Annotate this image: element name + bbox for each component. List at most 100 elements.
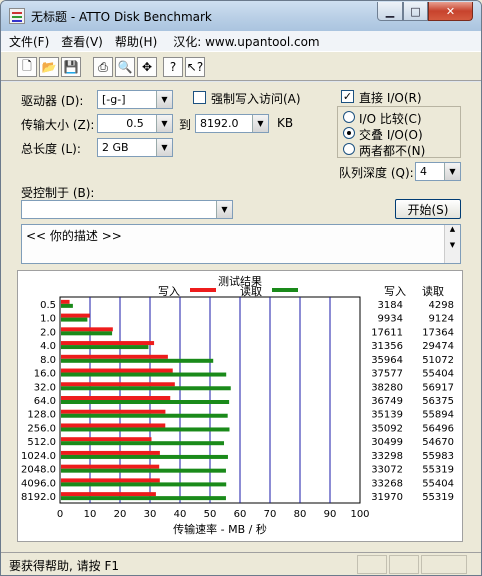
io-overlap-radio[interactable] [343, 127, 355, 139]
force-write-checkbox[interactable] [193, 91, 206, 104]
read-value: 29474 [422, 341, 454, 352]
menu-bar: 文件(F) 查看(V) 帮助(H) 汉化: www.upantool.com [1, 31, 481, 51]
write-bar [61, 368, 173, 373]
status-bar: 要获得帮助, 请按 F1 [1, 552, 481, 575]
read-bar [61, 482, 227, 487]
maximize-button[interactable]: □ [403, 2, 428, 21]
description-field[interactable]: << 你的描述 >> ▲ ▼ [21, 224, 461, 264]
queue-depth-value: 4 [420, 165, 427, 178]
x-tick-label: 30 [144, 509, 157, 520]
app-icon [9, 8, 25, 24]
y-tick-label: 4096.0 [21, 478, 56, 489]
help-icon[interactable]: ? [163, 57, 183, 77]
write-value: 33298 [371, 451, 403, 462]
write-bar [61, 464, 160, 469]
read-value: 9124 [429, 314, 454, 325]
y-tick-label: 512.0 [27, 437, 56, 448]
write-value: 35092 [371, 423, 403, 434]
read-value: 55404 [422, 369, 454, 380]
y-tick-label: 2.0 [40, 327, 56, 338]
x-tick-label: 90 [324, 509, 337, 520]
io-none-radio[interactable] [343, 143, 355, 155]
transfer-from-select[interactable]: 0.5 ▼ [97, 114, 173, 133]
queue-depth-select[interactable]: 4 ▼ [415, 162, 461, 181]
chevron-down-icon[interactable]: ▼ [252, 115, 268, 132]
app-window: 无标题 - ATTO Disk Benchmark ▁ □ ✕ 文件(F) 查看… [0, 0, 482, 576]
force-write-label: 强制写入访问(A) [211, 92, 301, 106]
transfer-from-value: 0.5 [126, 117, 144, 130]
x-tick-label: 100 [350, 509, 369, 520]
chevron-down-icon[interactable]: ▼ [216, 201, 232, 218]
write-value: 31356 [371, 341, 403, 352]
write-value: 31970 [371, 492, 403, 503]
legend-read-label: 读取 [240, 284, 262, 298]
new-icon[interactable]: 🗋 [17, 57, 37, 77]
read-bar [61, 372, 227, 377]
drive-label: 驱动器 (D): [21, 94, 84, 108]
x-tick-label: 20 [114, 509, 127, 520]
chevron-down-icon[interactable]: ▼ [156, 91, 172, 108]
controlled-by-select[interactable]: ▼ [21, 200, 233, 219]
context-help-icon[interactable]: ↖? [185, 57, 205, 77]
save-icon[interactable]: 💾 [61, 57, 81, 77]
start-button[interactable]: 开始(S) [395, 199, 461, 219]
chevron-down-icon[interactable]: ▼ [156, 115, 172, 132]
write-bar [61, 382, 175, 387]
y-tick-label: 2048.0 [21, 465, 56, 476]
chevron-down-icon[interactable]: ▼ [156, 139, 172, 156]
write-value: 9934 [378, 314, 403, 325]
x-tick-label: 0 [57, 509, 63, 520]
menu-view[interactable]: 查看(V) [61, 33, 103, 50]
y-tick-label: 256.0 [27, 423, 56, 434]
y-tick-label: 128.0 [27, 410, 56, 421]
menu-file[interactable]: 文件(F) [9, 33, 49, 50]
read-bar [61, 413, 228, 418]
print-icon[interactable]: ⎙ [93, 57, 113, 77]
read-bar [61, 303, 73, 308]
read-value: 54670 [422, 437, 454, 448]
print-preview-icon[interactable]: 🔍 [115, 57, 135, 77]
results-chart: 测试结果写入 读取 写入 读取0 10 20 30 40 50 60 70 80 90 100传输速率 -… [21, 275, 454, 536]
drive-select[interactable]: [-g-] ▼ [97, 90, 173, 109]
x-tick-label: 40 [174, 509, 187, 520]
write-bar [61, 492, 156, 497]
io-compare-label: I/O 比较(C) [359, 112, 422, 126]
x-tick-label: 80 [294, 509, 307, 520]
move-icon[interactable]: ✥ [137, 57, 157, 77]
write-value: 36749 [371, 396, 403, 407]
column-write-header: 写入 [384, 285, 406, 298]
status-pane [357, 555, 387, 574]
transfer-to-select[interactable]: 8192.0 ▼ [195, 114, 269, 133]
read-bar [61, 386, 231, 391]
y-tick-label: 1024.0 [21, 451, 56, 462]
transfer-unit: KB [277, 116, 294, 130]
read-value: 55404 [422, 478, 454, 489]
write-value: 37577 [371, 369, 403, 380]
y-tick-label: 1.0 [40, 314, 56, 325]
description-scrollbar[interactable]: ▲ ▼ [444, 225, 460, 263]
write-value: 35139 [371, 410, 403, 421]
chevron-down-icon[interactable]: ▼ [444, 163, 460, 180]
menu-credits[interactable]: 汉化: www.upantool.com [173, 33, 319, 50]
total-length-select[interactable]: 2 GB ▼ [97, 138, 173, 157]
queue-depth-label: 队列深度 (Q): [339, 166, 414, 180]
read-value: 51072 [422, 355, 454, 366]
total-length-value: 2 GB [102, 141, 129, 154]
legend-write-swatch [190, 288, 216, 292]
write-value: 38280 [371, 382, 403, 393]
direct-io-checkbox[interactable]: ✓ [341, 90, 354, 103]
menu-help[interactable]: 帮助(H) [115, 33, 157, 50]
minimize-button[interactable]: ▁ [377, 2, 403, 21]
write-bar [61, 327, 113, 332]
x-tick-label: 60 [234, 509, 247, 520]
close-button[interactable]: ✕ [428, 2, 473, 21]
io-compare-radio[interactable] [343, 111, 355, 123]
open-icon[interactable]: 📂 [39, 57, 59, 77]
write-bar [61, 313, 90, 318]
read-value: 56375 [422, 396, 454, 407]
transfer-to-value: 8192.0 [200, 117, 239, 130]
title-bar[interactable]: 无标题 - ATTO Disk Benchmark ▁ □ ✕ [1, 1, 481, 31]
write-value: 17611 [371, 327, 403, 338]
write-bar [61, 396, 171, 400]
results-panel: 测试结果 写入 读取 写入 读取 0 10 20 30 40 50 60 70 80 90 100 传输速率 -… [17, 270, 463, 542]
